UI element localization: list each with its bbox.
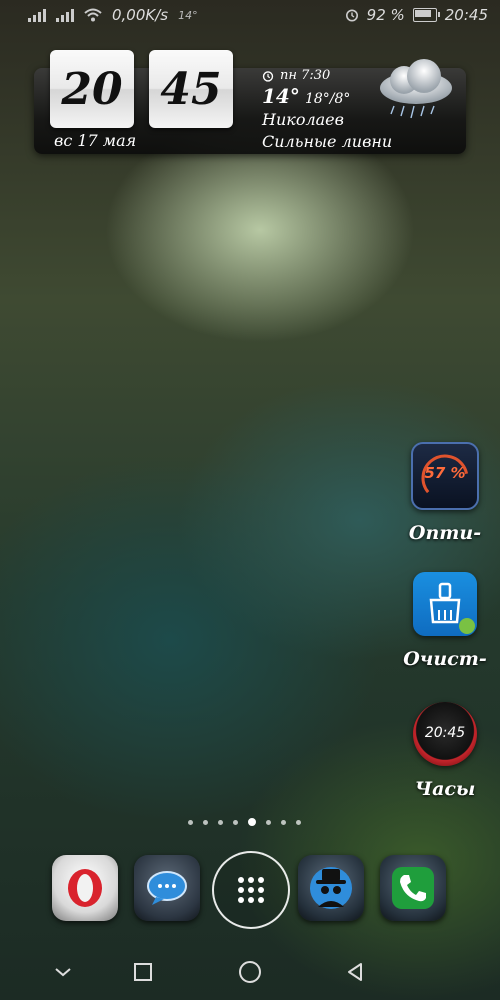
- phone-button[interactable]: [380, 855, 446, 921]
- status-right: 92 % 20:45: [345, 6, 488, 24]
- page-indicator[interactable]: [188, 818, 301, 826]
- alarm-icon: [345, 9, 358, 22]
- recents-button[interactable]: [130, 959, 156, 985]
- incognito-button[interactable]: [298, 855, 364, 921]
- page-dot[interactable]: [296, 819, 301, 825]
- back-icon: [348, 963, 362, 981]
- optimizer-percent: 57 %: [424, 464, 466, 482]
- incognito-icon: [310, 867, 352, 909]
- opera-button[interactable]: [52, 855, 118, 921]
- clock-icon-time: 20:45: [424, 725, 466, 741]
- app-label-optimizer: Опти-: [408, 522, 482, 544]
- chevron-down-icon: [55, 968, 71, 977]
- app-clock[interactable]: 20:45 Часы: [395, 702, 495, 800]
- signal-icon-sim2: [56, 8, 74, 22]
- page-dot[interactable]: [266, 819, 271, 825]
- page-dot[interactable]: [203, 819, 208, 825]
- phone-icon: [392, 867, 434, 909]
- app-drawer-button[interactable]: [212, 851, 290, 929]
- widget-alarm-time: пн 7:30: [280, 68, 331, 83]
- widget-city: Николаев: [262, 110, 344, 129]
- app-optimizer[interactable]: 57 % Опти-: [395, 442, 495, 544]
- status-left: 0,00K/s 14°: [28, 6, 198, 24]
- widget-temp-now: 14°: [262, 84, 300, 108]
- widget-alarm: пн 7:30: [262, 68, 330, 83]
- home-button[interactable]: [237, 959, 263, 985]
- page-dot[interactable]: [281, 819, 286, 825]
- app-cleaner[interactable]: Очист-: [395, 572, 495, 670]
- page-dot[interactable]: [233, 819, 238, 825]
- wifi-icon: [84, 8, 102, 22]
- page-dot[interactable]: [218, 819, 223, 825]
- widget-temp-range: 18°/8°: [304, 91, 351, 107]
- battery-icon: [412, 8, 440, 22]
- app-drawer-icon: [238, 877, 264, 903]
- status-bar: 0,00K/s 14° 92 % 20:45: [0, 0, 500, 34]
- page-dot-active[interactable]: [248, 818, 256, 826]
- signal-icon-sim1: [28, 8, 46, 22]
- opera-icon: [68, 869, 102, 907]
- hide-nav-button[interactable]: [50, 959, 76, 985]
- navigation-bar: [0, 945, 500, 1000]
- alarm-icon: [262, 70, 274, 82]
- net-speed: 0,00K/s: [112, 6, 169, 24]
- back-button[interactable]: [342, 959, 368, 985]
- clock-weather-widget[interactable]: 20 45 вс 17 мая пн 7:30 14° 18°/8° Никол…: [34, 50, 466, 154]
- messages-icon: [147, 871, 187, 905]
- battery-percent: 92 %: [366, 6, 405, 24]
- dock: [0, 851, 500, 931]
- clock-icon: 20:45: [413, 702, 477, 766]
- widget-temperature: 14° 18°/8°: [262, 84, 350, 108]
- status-temp: 14°: [178, 8, 198, 22]
- rain-cloud-icon: [380, 59, 452, 119]
- app-label-cleaner: Очист-: [403, 648, 487, 670]
- widget-hours: 20: [50, 50, 134, 128]
- app-label-clock: Часы: [414, 778, 476, 800]
- recents-icon: [134, 963, 152, 981]
- page-dot[interactable]: [188, 819, 193, 825]
- home-icon: [239, 961, 261, 983]
- widget-date: вс 17 мая: [54, 131, 137, 150]
- status-time: 20:45: [444, 6, 488, 24]
- optimizer-icon: 57 %: [411, 442, 479, 510]
- widget-minutes: 45: [149, 50, 233, 128]
- cleaner-icon: [413, 572, 477, 636]
- widget-condition: Сильные ливни: [262, 132, 393, 151]
- messages-button[interactable]: [134, 855, 200, 921]
